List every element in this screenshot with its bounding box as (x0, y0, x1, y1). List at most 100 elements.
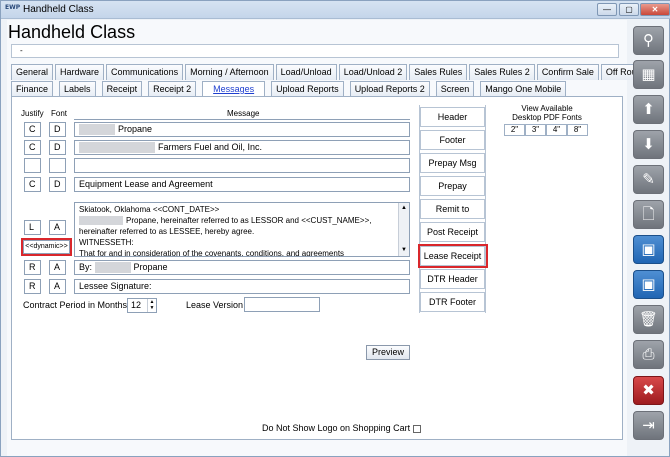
font-field[interactable] (49, 158, 66, 173)
grid-icon[interactable]: ▦ (633, 60, 664, 89)
exit-icon[interactable]: ⇥ (633, 411, 664, 440)
delete-icon[interactable]: ✖ (633, 376, 664, 405)
justify-field[interactable]: R (24, 260, 41, 275)
tab-messages[interactable]: Messages (202, 81, 266, 97)
font-field[interactable]: A (49, 220, 66, 235)
message-field[interactable] (74, 158, 410, 173)
font-field[interactable]: D (49, 122, 66, 137)
message-field[interactable]: Equipment Lease and Agreement (74, 177, 410, 192)
pdf-font-sizes: 2" 3" 4" 8" (504, 124, 590, 136)
maximize-button[interactable]: ▢ (619, 3, 639, 16)
tab-confirm-sale[interactable]: Confirm Sale (536, 64, 599, 80)
scroll-up-icon[interactable]: ▲ (400, 204, 408, 213)
post-receipt-button[interactable]: Post Receipt (420, 222, 485, 242)
preview-button[interactable]: Preview (366, 345, 410, 360)
arrow-up-icon[interactable]: ⬆ (633, 95, 664, 124)
search-icon[interactable]: ⚲ (633, 26, 664, 55)
message-field[interactable]: Lessee Signature: (74, 279, 410, 294)
redacted-text (79, 142, 155, 154)
textarea-scrollbar[interactable]: ▲ ▼ (398, 203, 409, 256)
remit-to-button[interactable]: Remit to (420, 199, 485, 219)
lease-version-input[interactable] (244, 297, 320, 312)
close-button[interactable]: ✕ (640, 3, 670, 16)
redacted-text (94, 262, 131, 274)
arrow-down-icon[interactable]: ⬇ (633, 130, 664, 159)
justify-field[interactable]: C (24, 140, 41, 155)
no-logo-option[interactable]: Do Not Show Logo on Shopping Cart (262, 423, 422, 433)
tab-sales-rules[interactable]: Sales Rules (409, 64, 468, 80)
message-header: Message (227, 109, 260, 118)
print-icon[interactable]: ⎙ (633, 340, 664, 369)
minimize-button[interactable]: — (597, 3, 617, 16)
tab-mango-one-mobile[interactable]: Mango One Mobile (480, 81, 567, 97)
font-field[interactable]: A (49, 279, 66, 294)
redacted-text (79, 124, 115, 136)
message-field[interactable]: Propane (74, 122, 410, 137)
spinner-arrows-icon[interactable]: ▲ ▼ (147, 299, 156, 312)
font-size-8-button[interactable]: 8" (567, 124, 588, 136)
tab-load-unload[interactable]: Load/Unload (275, 64, 337, 80)
font-field[interactable]: A (49, 260, 66, 275)
dtr-footer-button[interactable]: DTR Footer (420, 292, 485, 312)
font-field[interactable]: D (49, 177, 66, 192)
scroll-down-icon[interactable]: ▼ (400, 246, 408, 255)
tab-load-unload-2[interactable]: Load/Unload 2 (338, 64, 408, 80)
highlight-box (418, 244, 488, 268)
header-button[interactable]: Header (420, 107, 485, 127)
tab-row-2: Finance Labels Receipt Receipt 2 Message… (11, 81, 568, 97)
tab-general[interactable]: General (11, 64, 54, 80)
tab-communications[interactable]: Communications (106, 64, 184, 80)
tab-finance[interactable]: Finance (11, 81, 54, 97)
text-line: That for and in consideration of the cov… (79, 249, 345, 257)
app-window: EWP Handheld Class — ▢ ✕ Handheld Class … (0, 0, 670, 457)
pdf-fonts-panel: View Available Desktop PDF Fonts 2" 3" 4… (504, 104, 590, 136)
redacted-text (79, 216, 123, 226)
no-logo-checkbox[interactable] (413, 424, 422, 433)
prepay-msg-button[interactable]: Prepay Msg (420, 153, 485, 173)
pdf-fonts-subtitle: Desktop PDF Fonts (512, 113, 582, 122)
font-size-2-button[interactable]: 2" (504, 124, 525, 136)
pencil-icon[interactable]: ✎ (633, 165, 664, 194)
tab-hardware[interactable]: Hardware (55, 64, 105, 80)
message-field[interactable]: By: Propane (74, 260, 410, 275)
right-toolbar: ⚲ ▦ ⬆ ⬇ ✎ 🗋 ▣ ▣ 🗑 ⎙ ✖ ⇥ (629, 21, 669, 457)
lease-version-label: Lease Version (186, 300, 244, 310)
justify-header: Justify (21, 109, 44, 118)
font-size-3-button[interactable]: 3" (525, 124, 546, 136)
justify-field[interactable]: C (24, 177, 41, 192)
tab-screen[interactable]: Screen (435, 81, 475, 97)
font-header: Font (51, 109, 68, 118)
tab-upload-reports[interactable]: Upload Reports (271, 81, 344, 97)
tab-morning-afternoon[interactable]: Morning / Afternoon (185, 64, 274, 80)
save-icon[interactable]: ▣ (633, 270, 664, 299)
save-new-icon[interactable]: ▣ (633, 235, 664, 264)
tab-receipt[interactable]: Receipt (101, 81, 143, 97)
justify-field[interactable] (24, 158, 41, 173)
new-document-icon[interactable]: 🗋 (633, 200, 664, 229)
message-field[interactable]: Farmers Fuel and Oil, Inc. (74, 140, 410, 155)
lease-message-textarea[interactable]: Skiatook, Oklahoma <<CONT_DATE>> Propane… (74, 202, 410, 257)
header-divider (74, 119, 410, 120)
page-title: Handheld Class (8, 22, 136, 42)
dtr-header-button[interactable]: DTR Header (420, 269, 485, 289)
prepay-warning-button[interactable]: Prepay Warning (420, 176, 485, 209)
tab-labels[interactable]: Labels (59, 81, 96, 97)
font-size-4-button[interactable]: 4" (546, 124, 567, 136)
highlight-box (21, 238, 72, 256)
tab-row-1: General Hardware Communications Morning … (11, 64, 651, 80)
font-field[interactable]: D (49, 140, 66, 155)
tab-receipt-2[interactable]: Receipt 2 (148, 81, 197, 97)
justify-field[interactable]: R (24, 279, 41, 294)
title-bar: EWP Handheld Class — ▢ ✕ (1, 1, 670, 19)
justify-field[interactable]: L (24, 220, 41, 235)
justify-field[interactable]: C (24, 122, 41, 137)
text-line: WITNESSETH: (79, 238, 134, 247)
footer-button[interactable]: Footer (420, 130, 485, 150)
tab-sales-rules-2[interactable]: Sales Rules 2 (469, 64, 535, 80)
text-line: hereinafter referred to as LESSEE, hereb… (79, 227, 255, 236)
tab-upload-reports-2[interactable]: Upload Reports 2 (349, 81, 430, 97)
trash-icon[interactable]: 🗑 (633, 305, 664, 334)
contract-period-spinner[interactable]: 12 ▲ ▼ (127, 298, 157, 313)
window-title: Handheld Class (23, 4, 94, 15)
text-line: Skiatook, Oklahoma <<CONT_DATE>> (79, 205, 220, 214)
